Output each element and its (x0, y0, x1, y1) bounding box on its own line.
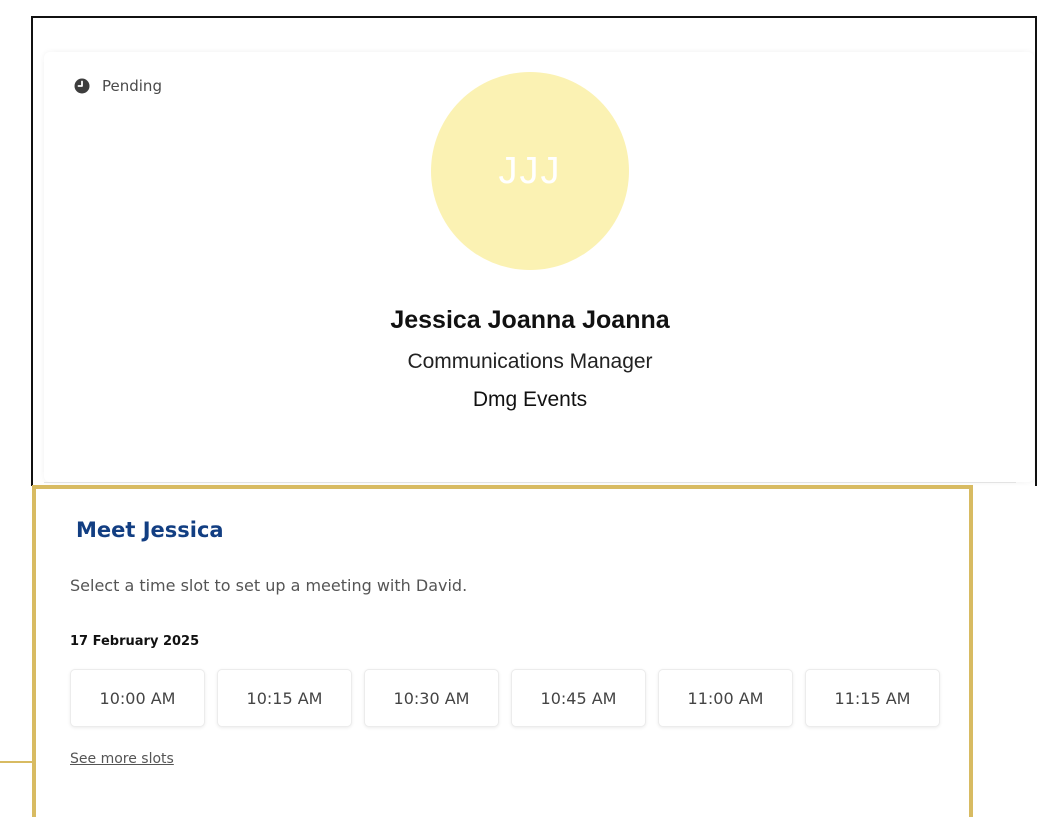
status-indicator: Pending (74, 77, 162, 95)
meeting-subtitle: Select a time slot to set up a meeting w… (70, 576, 468, 595)
time-slot-list: 10:00 AM 10:15 AM 10:30 AM 10:45 AM 11:0… (70, 669, 940, 727)
see-more-slots-link[interactable]: See more slots (70, 751, 174, 767)
time-slot-button[interactable]: 11:15 AM (805, 669, 940, 727)
meeting-date: 17 February 2025 (70, 634, 200, 649)
person-company: Dmg Events (472, 388, 588, 411)
annotation-outline-left (31, 16, 33, 486)
annotation-connector (0, 761, 34, 763)
avatar: JJJ (431, 72, 629, 270)
time-slot-button[interactable]: 10:00 AM (70, 669, 205, 727)
divider (44, 482, 1016, 483)
person-title: Communications Manager (407, 350, 653, 373)
time-slot-button[interactable]: 10:15 AM (217, 669, 352, 727)
clock-icon (74, 78, 90, 94)
person-name: Jessica Joanna Joanna (390, 306, 670, 334)
time-slot-button[interactable]: 10:30 AM (364, 669, 499, 727)
status-label: Pending (102, 77, 162, 95)
meeting-heading: Meet Jessica (76, 518, 224, 542)
annotation-outline-top (31, 16, 1037, 18)
time-slot-button[interactable]: 11:00 AM (658, 669, 793, 727)
time-slot-button[interactable]: 10:45 AM (511, 669, 646, 727)
